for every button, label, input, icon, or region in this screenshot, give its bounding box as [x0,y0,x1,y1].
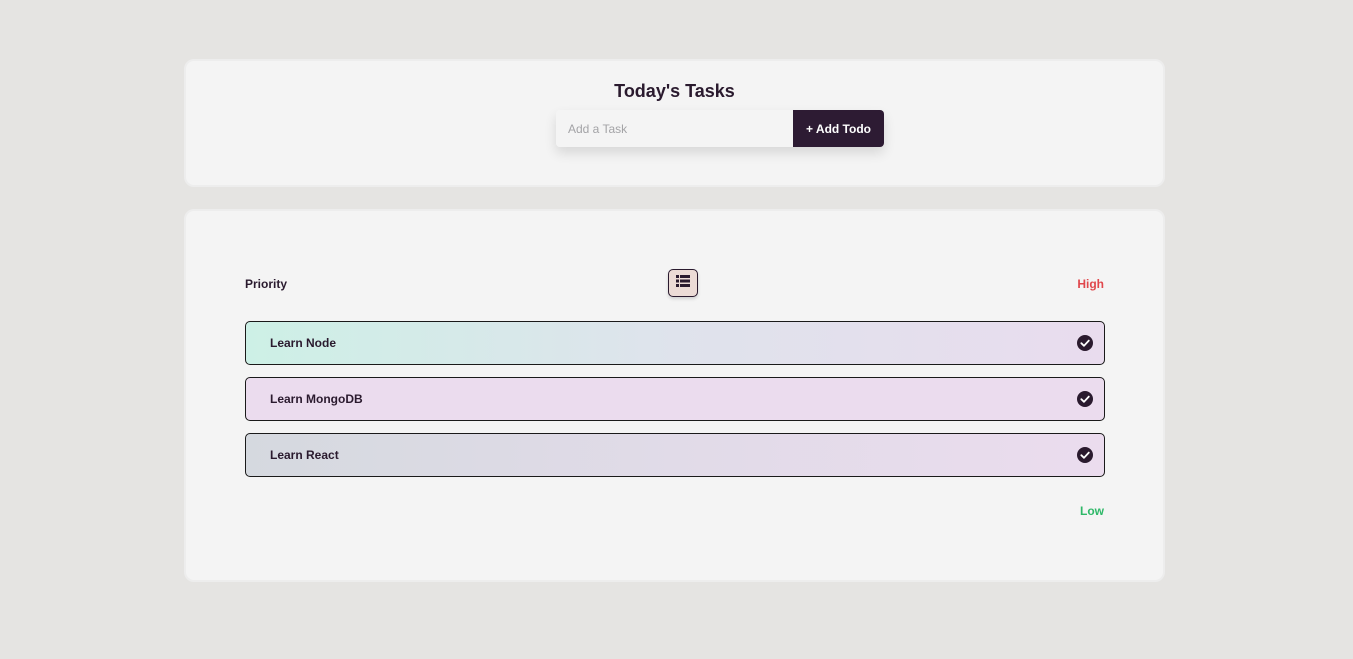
check-circle-icon[interactable] [1077,335,1093,351]
todo-list-card: Priority High Learn Node Learn MongoDB L… [184,209,1165,582]
low-priority-label: Low [1080,504,1104,518]
add-task-card: Today's Tasks + Add Todo [184,59,1165,187]
todo-label: Learn MongoDB [270,392,363,406]
todo-list: Learn Node Learn MongoDB Learn React [245,321,1105,489]
task-input[interactable] [556,110,793,147]
add-todo-button[interactable]: + Add Todo [793,110,884,147]
todo-item[interactable]: Learn React [245,433,1105,477]
priority-label: Priority [245,277,288,291]
add-task-form: + Add Todo [556,110,884,147]
sort-priority-button[interactable] [668,269,698,297]
check-circle-icon[interactable] [1077,391,1093,407]
todo-label: Learn React [270,448,339,462]
page-title: Today's Tasks [614,81,735,101]
check-circle-icon[interactable] [1077,447,1093,463]
todo-label: Learn Node [270,336,337,350]
list-icon [676,274,690,292]
todo-item[interactable]: Learn Node [245,321,1105,365]
high-priority-label: High [1077,277,1104,291]
todo-item[interactable]: Learn MongoDB [245,377,1105,421]
